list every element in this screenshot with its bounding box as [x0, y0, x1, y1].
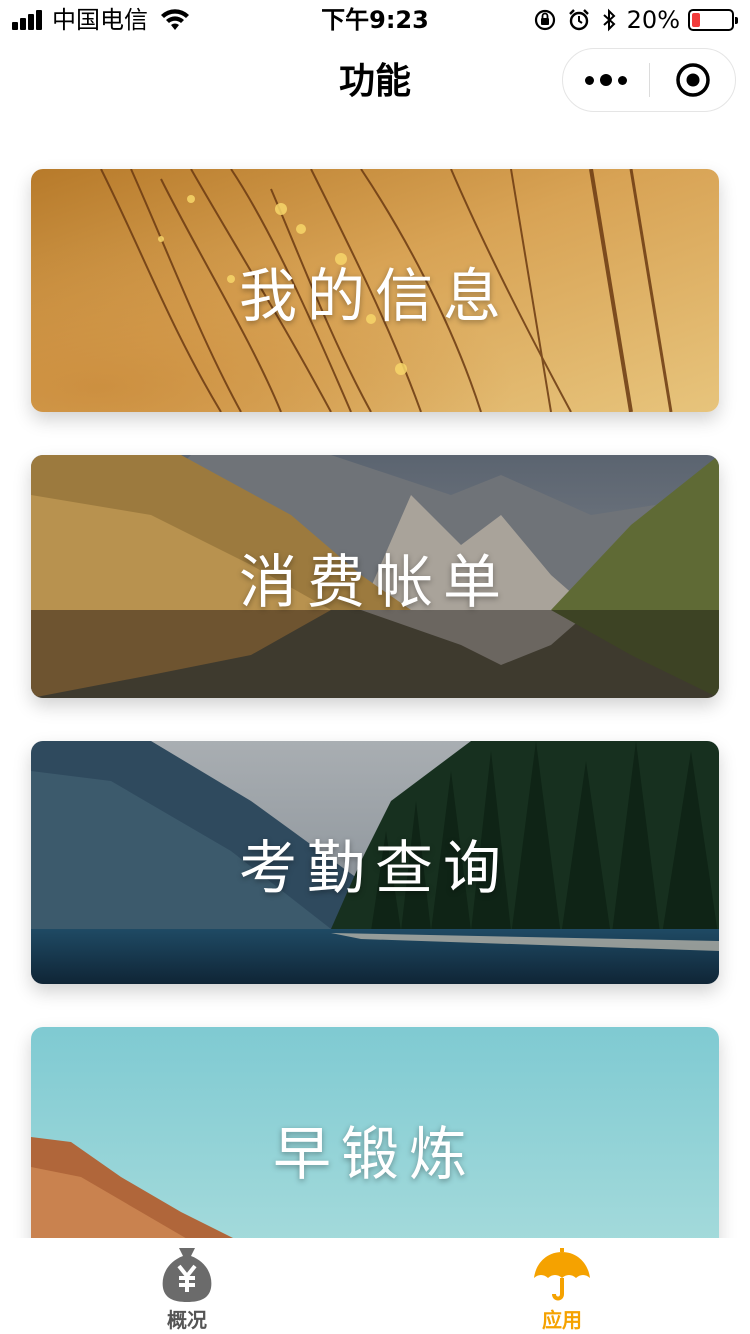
card-expense-bill[interactable]: 消费帐单: [31, 455, 719, 698]
alarm-icon: [568, 9, 589, 31]
card-label: 消费帐单: [238, 547, 511, 616]
target-close-icon[interactable]: [650, 49, 736, 111]
money-bag-icon: [162, 1248, 212, 1302]
target-circle-icon: [676, 63, 710, 97]
status-right: 20%: [533, 6, 738, 34]
battery-level-fill: [692, 13, 701, 27]
card-morning-exercise[interactable]: 早锻炼: [31, 1027, 719, 1270]
bluetooth-icon: [602, 8, 616, 32]
card-label: 早锻炼: [272, 1119, 477, 1188]
battery-icon: [688, 9, 738, 31]
tab-overview[interactable]: 概况: [87, 1238, 287, 1334]
card-my-info[interactable]: 我的信息: [31, 169, 719, 412]
tab-label-apps: 应用: [542, 1308, 582, 1332]
tab-label-overview: 概况: [167, 1308, 207, 1332]
nav-bar: 功能: [0, 44, 750, 120]
card-attendance[interactable]: 考勤查询: [31, 741, 719, 984]
more-dots-icon[interactable]: [563, 49, 649, 111]
battery-percent: 20%: [626, 6, 680, 34]
tab-apps[interactable]: 应用: [462, 1238, 662, 1334]
orientation-lock-icon: [534, 9, 555, 31]
card-label: 我的信息: [238, 261, 511, 330]
card-label: 考勤查询: [238, 833, 511, 902]
status-bar: 中国电信 下午9:23 20%: [0, 0, 750, 40]
mini-program-capsule: [562, 48, 736, 112]
tab-bar: 概况 应用: [0, 1238, 750, 1334]
umbrella-icon: [534, 1248, 590, 1301]
